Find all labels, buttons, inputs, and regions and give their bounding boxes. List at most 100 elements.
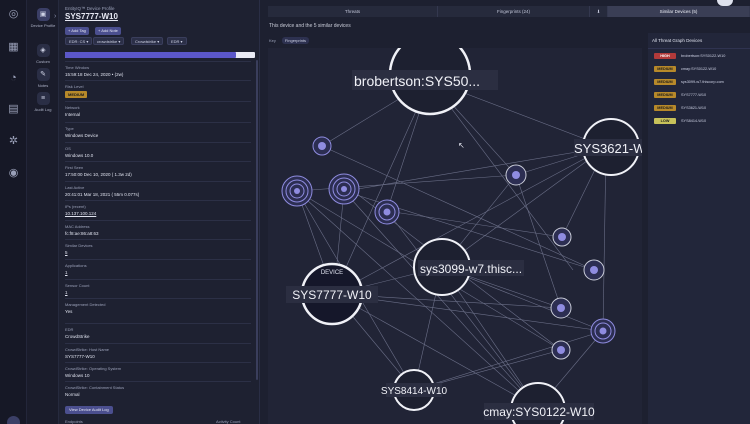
field-label: Type	[65, 126, 74, 131]
nav-device-profile[interactable]: ▣ Device Profile	[27, 8, 59, 28]
download-icon[interactable]: ⬇	[590, 6, 608, 17]
fingerprint-node[interactable]	[583, 259, 605, 281]
applications-link[interactable]: 1	[65, 270, 251, 275]
risk-level-badge: MEDIUM	[654, 78, 676, 85]
tag-dropdown[interactable]: EDR ▾	[167, 37, 187, 45]
progress-fill	[65, 52, 236, 58]
label-cmay: cmay:SYS0122-W10	[483, 405, 595, 419]
field-value: Yes	[65, 309, 73, 314]
threat-device-name: cmay:SYS0122-W10	[681, 66, 717, 71]
threat-device-row[interactable]: MEDIUM SYS7777-W10	[648, 88, 750, 101]
tab-similar-devices[interactable]: Similar Devices (5)	[608, 6, 750, 17]
fingerprint-node[interactable]	[551, 340, 571, 360]
threat-device-row[interactable]: MEDIUM sys3099-w7.thiscorp.com	[648, 75, 750, 88]
nav-audit-log[interactable]: ≡ Audit Log	[27, 92, 59, 112]
field-value: Windows 10	[65, 373, 90, 378]
field-value: 15:59:18 Dec 24, 2020 • (2w)	[65, 72, 124, 77]
fingerprint-node[interactable]	[312, 136, 332, 156]
field-value: Windows Device	[65, 133, 99, 138]
add-note-button[interactable]: + Add Note	[95, 27, 121, 35]
field-os: OS Windows 10.0	[65, 142, 251, 158]
device-icon: ▣	[36, 8, 50, 21]
icon-rail: ◎ ▦ ◔ ▤ ✲ ◉	[0, 0, 27, 424]
progress-bar	[65, 52, 255, 58]
nav-notes[interactable]: ✎ Notes	[27, 68, 59, 88]
field-label: CrowdStrike: Operating System	[65, 366, 122, 371]
fingerprint-node[interactable]	[552, 227, 572, 247]
field-sensor: Sensor Count 1	[65, 279, 251, 295]
chat-icon[interactable]: ▤	[7, 103, 20, 116]
field-type: Type Windows Device	[65, 122, 251, 138]
footer-label: Endpoints	[65, 419, 83, 424]
key-chip-fingerprints[interactable]: Fingerprints	[281, 37, 310, 44]
label-device-kind: DEVICE	[321, 270, 343, 276]
fingerprint-node[interactable]	[590, 318, 616, 344]
field-time-window: Time Window 15:59:18 Dec 24, 2020 • (2w)	[65, 61, 251, 77]
home-icon[interactable]: ◎	[7, 8, 20, 21]
tag-dropdown[interactable]: EDR: CS ▾	[65, 37, 93, 45]
device-panel: EntityIQ™ Device Profile SYS7777-W10 + A…	[59, 0, 260, 424]
field-network: Network Internal	[65, 101, 251, 117]
tab-threats[interactable]: Threats	[268, 6, 438, 17]
nav-label: Custom	[36, 59, 50, 64]
threat-device-name: SYS7777-W10	[681, 92, 707, 97]
tag-dropdown[interactable]: Crowdstrike ▾	[131, 37, 164, 45]
fingerprint-node[interactable]	[505, 164, 527, 186]
field-value: SYS7777-W10	[65, 354, 95, 359]
field-label: Applications	[65, 263, 87, 268]
field-edr: EDR CrowdStrike	[65, 323, 251, 339]
risk-level-badge: MEDIUM	[654, 91, 676, 98]
graph-svg: brobertson:SYS50... SYS3621-W1 sys3099-w…	[281, 32, 653, 424]
audit-icon: ≡	[36, 92, 50, 105]
field-cs-os: CrowdStrike: Operating System Windows 10	[65, 362, 251, 378]
field-label: CrowdStrike: Host Name	[65, 347, 110, 352]
field-value: Normal	[65, 392, 80, 397]
threat-device-row[interactable]: MEDIUM SYS3621-W10	[648, 101, 750, 114]
fingerprint-node[interactable]	[550, 297, 572, 319]
label-sys3621: SYS3621-W1	[574, 141, 642, 156]
notes-icon: ✎	[36, 68, 50, 81]
ip-link[interactable]: 10.137.100.124	[65, 211, 251, 216]
label-sys3099: sys3099-w7.thisc...	[420, 262, 522, 276]
add-tag-button[interactable]: + Add Tag	[65, 27, 89, 35]
field-ips: IPs (recent) 10.137.100.124	[65, 200, 251, 216]
threat-device-row[interactable]: LOW SYS8414-W10	[648, 114, 750, 127]
field-cs-host: CrowdStrike: Host Name SYS7777-W10	[65, 343, 251, 359]
field-label: EDR	[65, 327, 74, 332]
device-title[interactable]: SYS7777-W10	[65, 12, 118, 21]
fingerprint-node[interactable]	[281, 175, 313, 207]
scrollbar[interactable]	[256, 60, 258, 380]
tag-dropdown[interactable]: crowdstrike ▾	[93, 37, 125, 45]
fingerprint-node[interactable]	[328, 173, 360, 205]
label-brobertson: brobertson:SYS50...	[354, 73, 480, 89]
view-audit-log-button[interactable]: View Device Audit Log	[65, 406, 113, 414]
risk-level-badge: MEDIUM	[654, 104, 676, 111]
chart-icon[interactable]: ◔	[7, 72, 20, 85]
field-risk: Risk Level MEDIUM	[65, 80, 251, 98]
threat-device-name: SYS8414-W10	[681, 118, 707, 123]
threat-device-list: All Threat Graph Devices HIGH brobertson:…	[648, 33, 750, 424]
field-label: OS	[65, 146, 71, 151]
tab-fingerprints[interactable]: Fingerprints (24)	[438, 6, 590, 17]
secondary-nav: › ▣ Device Profile ◈ Custom ✎ Notes ≡ Au…	[27, 0, 59, 424]
threat-device-row[interactable]: MEDIUM cmay:SYS0122-W10	[648, 62, 750, 75]
device-nodes	[300, 32, 640, 424]
sensor-link[interactable]: 1	[65, 290, 251, 295]
user-icon[interactable]: ◉	[7, 167, 20, 180]
threat-device-row[interactable]: HIGH brobertson:SYS0122-W10	[648, 49, 750, 62]
field-value: Internal	[65, 112, 81, 117]
field-mac: MAC Address fc:f8:ae:86:a8:63	[65, 220, 251, 236]
grid-icon[interactable]: ▦	[7, 41, 20, 54]
risk-badge: MEDIUM	[65, 91, 88, 98]
nav-custom[interactable]: ◈ Custom	[27, 44, 59, 64]
fingerprint-node[interactable]	[374, 199, 400, 225]
similarity-graph[interactable]: brobertson:SYS50... SYS3621-W1 sys3099-w…	[268, 32, 653, 424]
field-label: MAC Address	[65, 224, 90, 229]
label-sys8414: SYS8414-W10	[381, 386, 448, 397]
field-label: First Seen	[65, 165, 84, 170]
similar-link[interactable]: 5	[65, 250, 251, 255]
gear-icon[interactable]: ✲	[7, 135, 20, 148]
threat-device-name: brobertson:SYS0122-W10	[681, 53, 726, 58]
field-applications: Applications 1	[65, 259, 251, 275]
account-icon[interactable]	[7, 416, 20, 424]
